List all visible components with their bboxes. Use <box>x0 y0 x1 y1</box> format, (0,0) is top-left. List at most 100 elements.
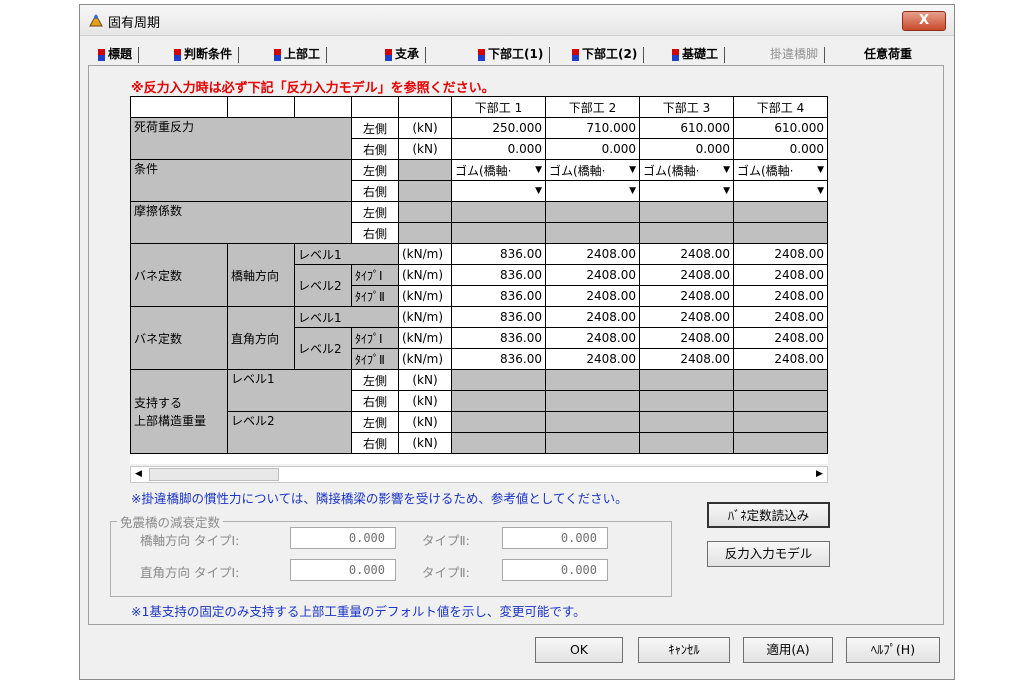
spring-load-button[interactable]: ﾊﾞﾈ定数読込み <box>707 502 830 528</box>
damping-row2-type2-label: タイプⅡ: <box>422 565 470 580</box>
cell-input[interactable]: 0.000 <box>545 138 640 160</box>
condition-dropdown[interactable]: ▼ <box>451 180 546 202</box>
column-header: 下部工 3 <box>639 96 734 118</box>
flag-icon <box>274 48 281 61</box>
row-label: 条件 <box>130 159 352 202</box>
note-default-weight: ※1基支持の固定のみ支持する上部工重量のデフォルト値を示し、変更可能です。 <box>131 604 586 619</box>
cell-input[interactable]: 836.00 <box>451 264 546 286</box>
cell-input[interactable]: 2408.00 <box>545 327 640 349</box>
data-grid: 下部工 1 下部工 2 下部工 3 下部工 4 死荷重反力 左側 (kN) 25… <box>130 96 828 464</box>
warning-text: ※反力入力時は必ず下記「反力入力モデル」を参照ください。 <box>131 81 495 96</box>
condition-dropdown[interactable]: ゴム(橋軸· ▼ <box>639 159 734 181</box>
cell-input[interactable]: 2408.00 <box>545 306 640 328</box>
cell-input[interactable]: 836.00 <box>451 243 546 265</box>
chevron-down-icon: ▼ <box>535 186 542 196</box>
cell-input[interactable]: 2408.00 <box>639 243 734 265</box>
tab-cross-pier[interactable]: 掛違橋脚 <box>770 43 831 65</box>
cell-input[interactable]: 2408.00 <box>733 285 828 307</box>
damping-row2-label: 直角方向 タイプⅠ: <box>140 565 240 580</box>
tab-superstructure[interactable]: 上部工 <box>274 43 333 65</box>
cell-input[interactable]: 2408.00 <box>733 348 828 370</box>
tab-title[interactable]: 標題 <box>98 43 145 65</box>
ok-button[interactable]: OK <box>535 637 623 663</box>
cell-input[interactable]: 710.000 <box>545 117 640 139</box>
help-button[interactable]: ﾍﾙﾌﾟ(H) <box>846 637 940 663</box>
column-header: 下部工 2 <box>545 96 640 118</box>
cell-input[interactable]: 2408.00 <box>733 306 828 328</box>
cell-input[interactable]: 2408.00 <box>733 243 828 265</box>
cell-input[interactable]: 836.00 <box>451 348 546 370</box>
cell-input[interactable]: 2408.00 <box>639 264 734 286</box>
condition-dropdown[interactable]: ▼ <box>545 180 640 202</box>
damping-perp-type2-field[interactable]: 0.000 <box>502 559 608 581</box>
app-icon <box>89 13 103 27</box>
cell-input[interactable]: 250.000 <box>451 117 546 139</box>
column-header: 下部工 4 <box>733 96 828 118</box>
damping-axis-type2-field[interactable]: 0.000 <box>502 527 608 549</box>
chevron-down-icon: ▼ <box>817 186 824 196</box>
scroll-left-icon[interactable]: ◀ <box>131 467 146 482</box>
cell-input[interactable]: 2408.00 <box>733 264 828 286</box>
cell-input[interactable]: 0.000 <box>639 138 734 160</box>
damping-row1-label: 橋軸方向 タイプⅠ: <box>140 533 240 548</box>
damping-perp-type1-field[interactable]: 0.000 <box>290 559 396 581</box>
column-header: 下部工 1 <box>451 96 546 118</box>
cancel-button[interactable]: ｷｬﾝｾﾙ <box>638 637 730 663</box>
tab-substructure-2[interactable]: 下部工(2) <box>572 43 650 65</box>
damping-group-title: 免震橋の減衰定数 <box>117 512 224 531</box>
cell-input[interactable]: 0.000 <box>733 138 828 160</box>
cell-input[interactable]: 2408.00 <box>545 264 640 286</box>
cell-input[interactable]: 2408.00 <box>639 327 734 349</box>
flag-icon <box>98 48 105 61</box>
damping-axis-type1-field[interactable]: 0.000 <box>290 527 396 549</box>
cell-input[interactable]: 0.000 <box>451 138 546 160</box>
row-label: 支持する 上部構造重量 <box>130 369 228 454</box>
tab-strip: 標題 判断条件 上部工 支承 下部工(1) 下部工(2) 基礎工 掛違橋脚 任意… <box>94 43 944 65</box>
row-label: 死荷重反力 <box>130 117 352 160</box>
grid-table: 下部工 1 下部工 2 下部工 3 下部工 4 死荷重反力 左側 (kN) 25… <box>130 96 828 454</box>
chevron-down-icon: ▼ <box>629 165 636 175</box>
tab-bearing[interactable]: 支承 <box>385 43 432 65</box>
cell-input[interactable]: 2408.00 <box>545 243 640 265</box>
scroll-thumb[interactable] <box>149 468 279 481</box>
condition-dropdown[interactable]: ゴム(橋軸· ▼ <box>451 159 546 181</box>
chevron-down-icon: ▼ <box>629 186 636 196</box>
cell-input[interactable]: 836.00 <box>451 285 546 307</box>
tab-foundation[interactable]: 基礎工 <box>672 43 731 65</box>
close-button[interactable]: X <box>902 11 946 31</box>
note-cross-pier: ※掛違橋脚の慣性力については、隣接橋梁の影響を受けるため、参考値としてください。 <box>131 491 628 506</box>
row-label: バネ定数 <box>130 306 228 370</box>
cell-input[interactable]: 2408.00 <box>545 285 640 307</box>
chevron-down-icon: ▼ <box>723 165 730 175</box>
tab-substructure-1[interactable]: 下部工(1) <box>478 43 556 65</box>
flag-icon <box>672 48 679 61</box>
chevron-down-icon: ▼ <box>535 165 542 175</box>
apply-button[interactable]: 適用(A) <box>743 637 833 663</box>
row-label: 摩擦係数 <box>130 201 352 244</box>
condition-dropdown[interactable]: ゴム(橋軸· ▼ <box>545 159 640 181</box>
chevron-down-icon: ▼ <box>723 186 730 196</box>
scroll-right-icon[interactable]: ▶ <box>812 467 827 482</box>
window-title: 固有周期 <box>108 16 161 31</box>
cell-input[interactable]: 2408.00 <box>639 285 734 307</box>
reaction-model-button[interactable]: 反力入力モデル <box>707 541 830 567</box>
cell-input[interactable]: 836.00 <box>451 306 546 328</box>
horizontal-scrollbar[interactable]: ◀ ▶ <box>130 466 828 483</box>
tab-judgement[interactable]: 判断条件 <box>174 43 245 65</box>
condition-dropdown[interactable]: ▼ <box>639 180 734 202</box>
cell-input[interactable]: 2408.00 <box>639 306 734 328</box>
cell-input[interactable]: 610.000 <box>733 117 828 139</box>
condition-dropdown[interactable]: ゴム(橋軸· ▼ <box>733 159 828 181</box>
cell-input[interactable]: 836.00 <box>451 327 546 349</box>
cell-input[interactable]: 2408.00 <box>545 348 640 370</box>
chevron-down-icon: ▼ <box>817 165 824 175</box>
tab-arbitrary-load[interactable]: 任意荷重 <box>864 43 912 65</box>
cell-input[interactable]: 2408.00 <box>733 327 828 349</box>
flag-icon <box>385 48 392 61</box>
cell-input[interactable]: 610.000 <box>639 117 734 139</box>
flag-icon <box>572 48 579 61</box>
damping-row1-type2-label: タイプⅡ: <box>422 533 470 548</box>
cell-input[interactable]: 2408.00 <box>639 348 734 370</box>
flag-icon <box>174 48 181 61</box>
condition-dropdown[interactable]: ▼ <box>733 180 828 202</box>
